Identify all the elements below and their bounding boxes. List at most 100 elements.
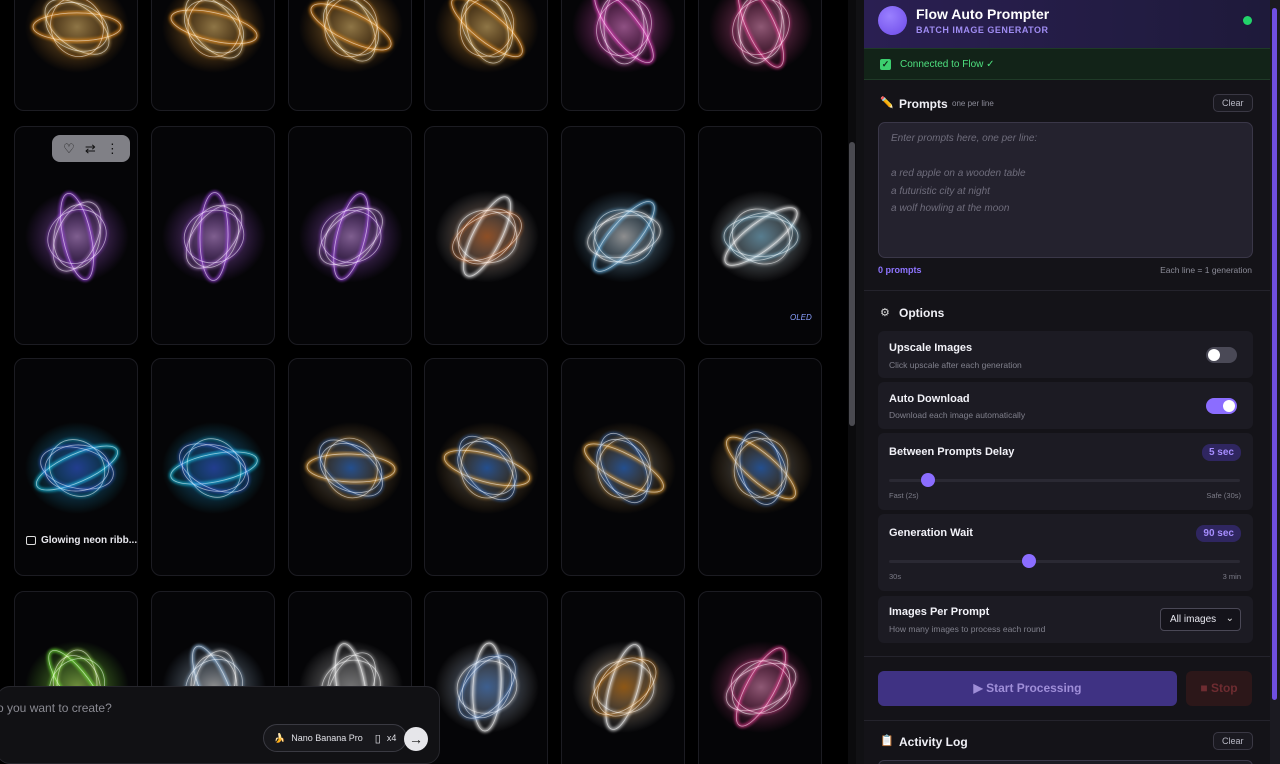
model-selector[interactable]: 🍌 Nano Banana Pro ▯ x4 [263, 724, 408, 752]
tile-artwork [162, 0, 266, 73]
tile-artwork [572, 0, 676, 73]
app-subtitle: BATCH IMAGE GENERATOR [916, 25, 1049, 35]
toggle-knob [1223, 400, 1235, 412]
tile-knot-2[interactable] [424, 358, 548, 576]
banana-icon: 🍌 [274, 732, 286, 743]
tile-artwork [709, 0, 813, 73]
images-per-prompt-select[interactable]: All images ⌄ [1160, 608, 1241, 631]
tile-flower[interactable] [698, 591, 822, 764]
tile-artwork [299, 422, 403, 514]
separator [864, 290, 1270, 291]
wait-min-label: 30s [889, 572, 902, 581]
separator [864, 656, 1270, 657]
delay-option: Between Prompts Delay 5 sec Fast (2s) Sa… [878, 433, 1253, 510]
options-title: Options [899, 306, 945, 320]
more-icon[interactable]: ⋮ [106, 141, 119, 157]
tile-cloud-1[interactable] [424, 126, 548, 345]
tile-feather-3[interactable] [424, 591, 548, 764]
placeholder-line: a futuristic city at night [891, 185, 990, 197]
tile-cloud-2[interactable] [561, 126, 685, 345]
tile-artwork [299, 190, 403, 283]
tile-pink-flower-top[interactable] [698, 0, 822, 111]
tile-artwork [25, 0, 129, 73]
delay-slider-track[interactable] [889, 479, 1240, 482]
tile-artwork [162, 190, 266, 283]
checkbox-icon: ✓ [880, 59, 891, 70]
gallery-scrollbar[interactable] [849, 142, 855, 426]
panel-scrollbar[interactable] [1272, 8, 1277, 700]
image-icon [26, 536, 36, 545]
tile-ribbon-2[interactable] [151, 126, 275, 345]
tile-artwork [709, 641, 813, 733]
delay-min-label: Fast (2s) [889, 491, 919, 500]
upscale-desc: Click upscale after each generation [889, 360, 1022, 370]
chevron-down-icon: ⌄ [1225, 613, 1234, 624]
generation-wait-badge: 90 sec [1196, 525, 1241, 542]
connection-status-dot [1243, 16, 1252, 25]
oled-label: OLED [790, 313, 812, 322]
tile-knot-1[interactable] [288, 358, 412, 576]
activity-log-title: Activity Log [899, 735, 968, 749]
tile-artwork [435, 190, 539, 283]
tile-wave-1[interactable] [561, 358, 685, 576]
tile-feather-4[interactable] [561, 591, 685, 764]
auto-download-desc: Download each image automatically [889, 410, 1026, 420]
tile-hover-actions: ♡ ⇄ ⋮ [52, 135, 130, 162]
tile-artwork [435, 0, 539, 73]
delay-value-badge: 5 sec [1201, 444, 1241, 461]
send-button[interactable]: → [404, 727, 428, 751]
clear-log-button[interactable]: Clear [1213, 732, 1253, 750]
placeholder-line: Enter prompts here, one per line: [891, 133, 1038, 144]
images-per-prompt-title: Images Per Prompt [889, 606, 990, 618]
favorite-icon[interactable]: ♡ [63, 141, 75, 157]
auto-download-option: Auto Download Download each image automa… [878, 382, 1253, 429]
upscale-toggle[interactable] [1206, 347, 1237, 363]
tile-face-orange-1[interactable] [14, 0, 138, 111]
tile-face-orange-3[interactable] [288, 0, 412, 111]
connection-banner: ✓ Connected to Flow ✓ [864, 48, 1270, 80]
tile-artwork [709, 422, 813, 514]
delay-slider-handle[interactable] [920, 473, 935, 487]
tile-ribbon-3[interactable] [288, 126, 412, 345]
output-count: x4 [386, 733, 397, 743]
screen: ♡ ⇄ ⋮ Glowing neon ribb... OLED o you wa… [0, 0, 1280, 764]
placeholder-line: a red apple on a wooden table [891, 168, 1026, 179]
tile-artwork [435, 641, 539, 733]
reuse-icon[interactable]: ⇄ [85, 141, 96, 157]
tile-face-orange-2[interactable] [151, 0, 275, 111]
prompts-textarea[interactable]: Enter prompts here, one per line: a red … [878, 122, 1253, 258]
placeholder-line: a wolf howling at the moon [891, 203, 1010, 214]
auto-download-title: Auto Download [889, 393, 970, 405]
tile-face-orange-4[interactable] [424, 0, 548, 111]
extension-panel: Flow Auto Prompter BATCH IMAGE GENERATOR… [864, 0, 1270, 764]
prompt-composer: o you want to create? 🍌 Nano Banana Pro … [0, 686, 440, 764]
tile-drop-2[interactable] [151, 358, 275, 576]
tile-artwork [299, 0, 403, 73]
tile-artwork [162, 422, 266, 514]
start-processing-button[interactable]: ▶ Start Processing [878, 671, 1177, 706]
tile-wave-2[interactable] [698, 358, 822, 576]
gear-icon: ⚙ [880, 307, 890, 319]
upscale-option: Upscale Images Click upscale after each … [878, 331, 1253, 378]
generation-wait-slider-track[interactable] [889, 560, 1240, 563]
tile-artwork [435, 422, 539, 514]
aspect-ratio-icon: ▯ [374, 732, 381, 745]
placeholder-line [891, 151, 1240, 169]
delay-max-label: Safe (30s) [1206, 491, 1241, 500]
auto-download-toggle[interactable] [1206, 398, 1237, 414]
clear-prompts-button[interactable]: Clear [1213, 94, 1253, 112]
tile-pink-star[interactable] [561, 0, 685, 111]
tile-artwork [572, 190, 676, 283]
delay-title: Between Prompts Delay [889, 446, 1015, 458]
prompt-input[interactable]: o you want to create? [0, 701, 112, 715]
images-per-prompt-value: All images [1170, 614, 1217, 625]
generation-wait-slider-handle[interactable] [1022, 554, 1037, 568]
panel-divider [856, 0, 864, 764]
stop-button[interactable]: ■ Stop [1186, 671, 1252, 706]
connection-status-text: Connected to Flow ✓ [900, 59, 995, 70]
activity-log-box [878, 760, 1253, 764]
model-name: Nano Banana Pro [291, 733, 363, 743]
app-logo-icon [878, 6, 907, 35]
prompt-count: 0 prompts [878, 265, 922, 275]
generation-wait-option: Generation Wait 90 sec 30s 3 min [878, 514, 1253, 591]
